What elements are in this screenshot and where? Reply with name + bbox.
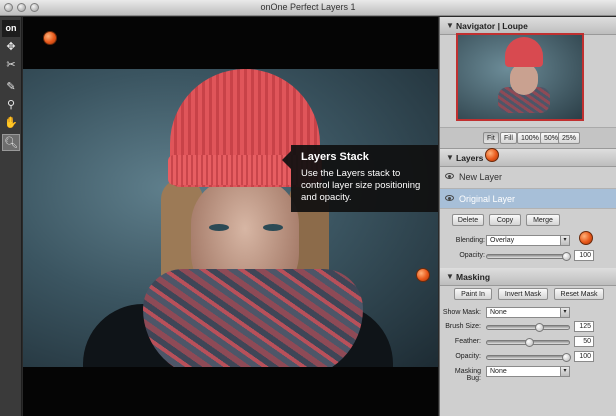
paint-in-button[interactable]: Paint In <box>454 288 492 300</box>
onone-logo-icon: on <box>2 20 20 37</box>
blending-value: Overlay <box>490 237 515 244</box>
portrait-photo[interactable] <box>23 69 438 367</box>
move-tool-icon[interactable]: ✥ <box>2 39 20 56</box>
feather-label: Feather: <box>454 338 481 345</box>
merge-layer-button[interactable]: Merge <box>526 214 560 226</box>
show-mask-label: Show Mask: <box>442 309 481 316</box>
hand-tool-icon[interactable]: ✋ <box>2 115 20 132</box>
title-bar: onOne Perfect Layers 1 <box>0 0 616 16</box>
show-mask-value: None <box>490 309 507 316</box>
slider-knob[interactable] <box>562 252 571 261</box>
masking-bug-value: None <box>490 368 507 375</box>
image-canvas[interactable] <box>23 17 438 416</box>
visibility-eye-icon[interactable] <box>445 195 454 201</box>
tooltip-title: Layers Stack <box>301 151 369 163</box>
collapse-triangle-icon[interactable]: ▼ <box>446 21 454 30</box>
right-panel: ▼ Navigator | Loupe Fit Fill 100% 50% 25… <box>439 17 616 416</box>
layer-opacity-value[interactable]: 100 <box>574 250 594 261</box>
dropdown-arrow-icon[interactable]: ▾ <box>560 308 569 317</box>
hint-dot-icon[interactable] <box>416 268 430 282</box>
zoom-tool-icon[interactable]: 🔍︎ <box>2 134 20 151</box>
collapse-triangle-icon[interactable]: ▼ <box>446 153 454 162</box>
brush-size-slider[interactable] <box>486 323 570 332</box>
delete-layer-button[interactable]: Delete <box>452 214 484 226</box>
thumb-face <box>510 63 538 95</box>
layer-opacity-slider[interactable] <box>486 252 571 261</box>
blending-label: Blending: <box>455 237 485 244</box>
collapse-triangle-icon[interactable]: ▼ <box>446 272 454 281</box>
blending-select[interactable]: Overlay ▾ <box>486 235 570 246</box>
dropdown-arrow-icon[interactable]: ▾ <box>560 236 569 245</box>
layers-header[interactable]: ▼ Layers <box>440 149 616 167</box>
visibility-eye-icon[interactable] <box>445 173 454 179</box>
slider-knob[interactable] <box>525 338 534 347</box>
zoom-25-button[interactable]: 25% <box>558 132 581 144</box>
feather-slider[interactable] <box>486 338 570 347</box>
navigator-thumbnail[interactable] <box>456 33 584 121</box>
masking-title[interactable]: Masking <box>456 272 490 282</box>
zoom-bar: Fit Fill 100% 50% 25% <box>440 127 616 149</box>
slider-knob[interactable] <box>535 323 544 332</box>
photo-eye-right <box>263 224 283 231</box>
masking-header[interactable]: ▼ Masking <box>440 268 616 286</box>
mask-opacity-value[interactable]: 100 <box>574 351 594 362</box>
scissors-tool-icon[interactable]: ✂ <box>2 57 20 74</box>
navigator-title[interactable]: Navigator | Loupe <box>456 21 528 31</box>
photo-eye-left <box>209 224 229 231</box>
layer-name[interactable]: New Layer <box>459 172 502 182</box>
tool-strip: on ✥ ✂ ✎ ⚲ ✋ 🔍︎ <box>0 17 22 416</box>
window-title: onOne Perfect Layers 1 <box>260 2 356 12</box>
hint-dot-icon[interactable] <box>485 148 499 162</box>
brush-size-value[interactable]: 125 <box>574 321 594 332</box>
zoom-fit-button[interactable]: Fit <box>483 132 499 144</box>
layer-opacity-label: Opacity: <box>459 252 485 259</box>
masking-bug-select[interactable]: None ▾ <box>486 366 570 377</box>
reset-mask-button[interactable]: Reset Mask <box>554 288 604 300</box>
invert-mask-button[interactable]: Invert Mask <box>498 288 548 300</box>
slider-knob[interactable] <box>562 353 571 362</box>
mask-opacity-label: Opacity: <box>455 353 481 360</box>
photo-scarf <box>143 269 363 367</box>
layer-name[interactable]: Original Layer <box>459 194 515 204</box>
show-mask-select[interactable]: None ▾ <box>486 307 570 318</box>
tooltip-body: Use the Layers stack to control layer si… <box>301 168 421 203</box>
hint-dot-icon[interactable] <box>579 231 593 245</box>
thumb-hat <box>505 37 543 67</box>
brush-tool-icon[interactable]: ✎ <box>2 79 20 96</box>
masking-bug-label: Masking Bug: <box>454 368 481 382</box>
layer-row-original[interactable]: Original Layer <box>440 189 616 209</box>
mask-bug-tool-icon[interactable]: ⚲ <box>2 97 20 114</box>
brush-size-label: Brush Size: <box>445 323 481 330</box>
feather-value[interactable]: 50 <box>574 336 594 347</box>
mask-opacity-slider[interactable] <box>486 353 571 362</box>
zoom-fill-button[interactable]: Fill <box>500 132 517 144</box>
copy-layer-button[interactable]: Copy <box>489 214 521 226</box>
layers-title[interactable]: Layers <box>456 153 483 163</box>
layer-row-new[interactable]: New Layer <box>440 167 616 189</box>
dropdown-arrow-icon[interactable]: ▾ <box>560 367 569 376</box>
layers-stack-tooltip: Layers Stack Use the Layers stack to con… <box>282 145 438 212</box>
hint-dot-icon[interactable] <box>43 31 57 45</box>
